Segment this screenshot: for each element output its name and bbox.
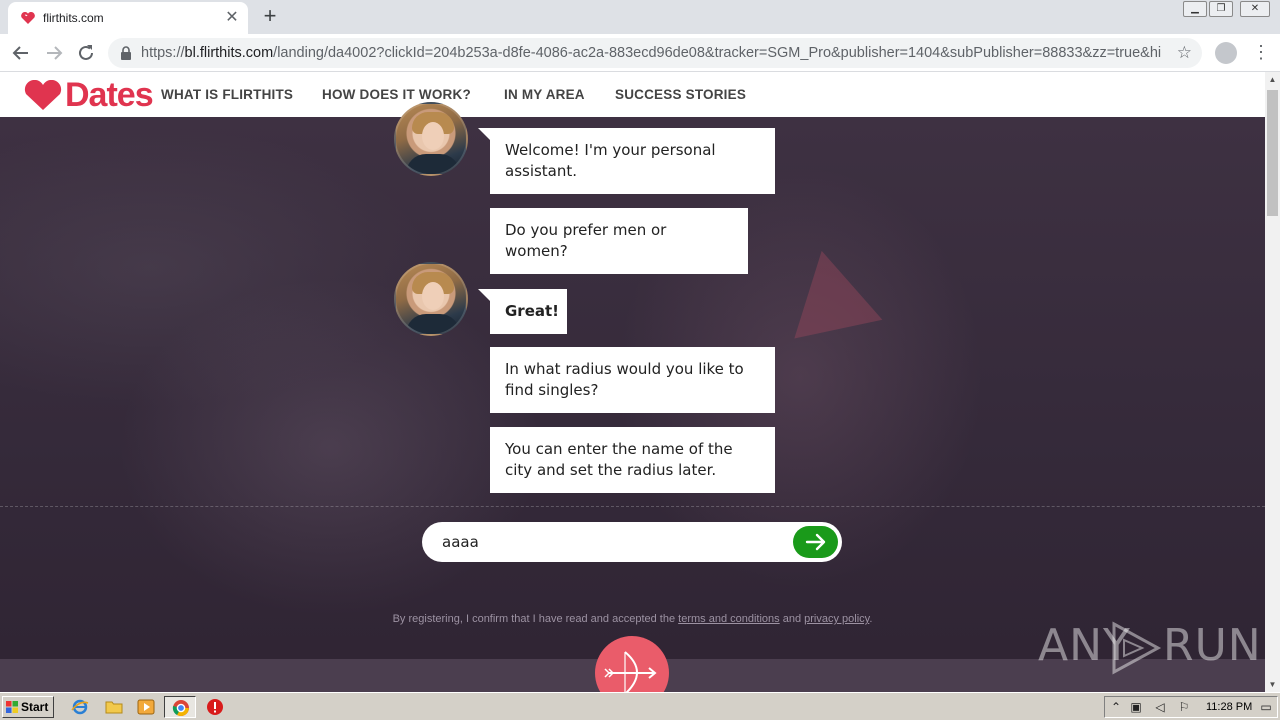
close-tab-icon[interactable]: ✕ bbox=[222, 8, 242, 28]
lock-icon bbox=[121, 46, 131, 60]
volume-icon[interactable]: ◁ bbox=[1153, 700, 1167, 714]
url-path: /landing/da4002?clickId=204b253a-d8fe-40… bbox=[273, 45, 1161, 61]
windows-logo-icon bbox=[6, 701, 18, 713]
privacy-link[interactable]: privacy policy bbox=[804, 613, 869, 625]
system-tray: ⌃ ▣ ◁ ⚐ 11:28 PM ▭ bbox=[1104, 696, 1278, 718]
profile-icon[interactable] bbox=[1215, 42, 1237, 64]
taskbar: Start ⌃ ▣ ◁ ⚐ 11:28 PM ▭ bbox=[0, 692, 1280, 720]
show-desktop-icon[interactable]: ▭ bbox=[1259, 700, 1273, 714]
assistant-avatar bbox=[394, 102, 468, 176]
chat-message: Great! bbox=[490, 289, 567, 334]
show-hidden-icons-icon[interactable]: ⌃ bbox=[1109, 700, 1123, 714]
browser-tab[interactable]: flirthits.com ✕ bbox=[8, 2, 248, 34]
new-tab-button[interactable]: + bbox=[258, 5, 282, 29]
send-button[interactable] bbox=[793, 526, 838, 558]
start-button[interactable]: Start bbox=[2, 696, 54, 718]
clock[interactable]: 11:28 PM bbox=[1206, 701, 1252, 713]
assistant-avatar bbox=[394, 262, 468, 336]
nav-in-my-area[interactable]: IN MY AREA bbox=[504, 87, 585, 102]
warning-icon[interactable] bbox=[206, 698, 224, 716]
watermark-right: RUN bbox=[1163, 620, 1262, 671]
legal-suffix: . bbox=[869, 613, 873, 625]
nav-what-is-flirthits[interactable]: WHAT IS FLIRTHITS bbox=[161, 87, 293, 102]
heart-logo-icon bbox=[24, 80, 62, 110]
scroll-down-icon[interactable]: ▼ bbox=[1265, 677, 1280, 692]
network-icon[interactable]: ▣ bbox=[1129, 700, 1143, 714]
back-arrow-icon[interactable] bbox=[10, 42, 32, 64]
kebab-menu-icon[interactable]: ⋮ bbox=[1252, 40, 1270, 64]
chat-input-box bbox=[422, 522, 842, 562]
internet-explorer-icon[interactable] bbox=[71, 698, 89, 716]
site-header: Dates WHAT IS FLIRTHITS HOW DOES IT WORK… bbox=[0, 72, 1265, 117]
nav-success-stories[interactable]: SUCCESS STORIES bbox=[615, 87, 746, 102]
browser-toolbar: https://bl.flirthits.com/landing/da4002?… bbox=[0, 34, 1280, 72]
heart-favicon-icon bbox=[21, 11, 35, 24]
terms-link[interactable]: terms and conditions bbox=[678, 613, 780, 625]
url-prefix: https:// bbox=[141, 45, 185, 61]
star-icon[interactable]: ☆ bbox=[1177, 43, 1192, 63]
bubble-tail bbox=[478, 289, 490, 301]
legal-middle: and bbox=[779, 613, 805, 625]
section-divider bbox=[0, 506, 1265, 507]
minimize-window-button[interactable]: ▁ bbox=[1183, 1, 1207, 17]
page-scrollbar[interactable]: ▲ ▼ bbox=[1265, 72, 1280, 692]
url-text: https://bl.flirthits.com/landing/da4002?… bbox=[141, 45, 1161, 61]
tab-title: flirthits.com bbox=[43, 11, 104, 25]
legal-prefix: By registering, I confirm that I have re… bbox=[392, 613, 679, 625]
web-page: Dates WHAT IS FLIRTHITS HOW DOES IT WORK… bbox=[0, 72, 1265, 692]
forward-arrow-icon[interactable] bbox=[43, 42, 65, 64]
bow-and-arrow-icon bbox=[604, 651, 657, 692]
folder-icon[interactable] bbox=[105, 698, 123, 716]
start-label: Start bbox=[21, 700, 49, 714]
chrome-icon bbox=[172, 700, 189, 717]
address-bar[interactable]: https://bl.flirthits.com/landing/da4002?… bbox=[108, 38, 1202, 68]
chrome-taskbar-button[interactable] bbox=[164, 696, 196, 718]
scroll-thumb[interactable] bbox=[1267, 90, 1278, 216]
reload-icon[interactable] bbox=[75, 42, 97, 64]
browser-tab-bar: flirthits.com ✕ + ▁ ❐ ✕ bbox=[0, 0, 1280, 34]
scroll-up-icon[interactable]: ▲ bbox=[1265, 72, 1280, 87]
arrow-right-icon bbox=[805, 533, 826, 551]
bubble-tail bbox=[478, 128, 490, 140]
logo-text: Dates bbox=[65, 76, 154, 114]
chat-message: Do you prefer men or women? bbox=[490, 208, 748, 274]
chat-message: In what radius would you like to find si… bbox=[490, 347, 775, 413]
play-logo-icon bbox=[1112, 621, 1162, 675]
city-input[interactable] bbox=[442, 530, 782, 554]
flag-icon[interactable]: ⚐ bbox=[1177, 700, 1191, 714]
anyrun-watermark: ANY RUN bbox=[1038, 612, 1261, 676]
media-player-icon[interactable] bbox=[137, 698, 155, 716]
chat-message: You can enter the name of the city and s… bbox=[490, 427, 775, 493]
cupid-badge bbox=[595, 636, 669, 692]
nav-how-does-it-work[interactable]: HOW DOES IT WORK? bbox=[322, 87, 471, 102]
chat-message: Welcome! I'm your personal assistant. bbox=[490, 128, 775, 194]
url-host: bl.flirthits.com bbox=[184, 45, 274, 61]
close-window-button[interactable]: ✕ bbox=[1240, 1, 1270, 17]
site-logo[interactable]: Dates bbox=[22, 78, 154, 112]
restore-window-button[interactable]: ❐ bbox=[1209, 1, 1233, 17]
